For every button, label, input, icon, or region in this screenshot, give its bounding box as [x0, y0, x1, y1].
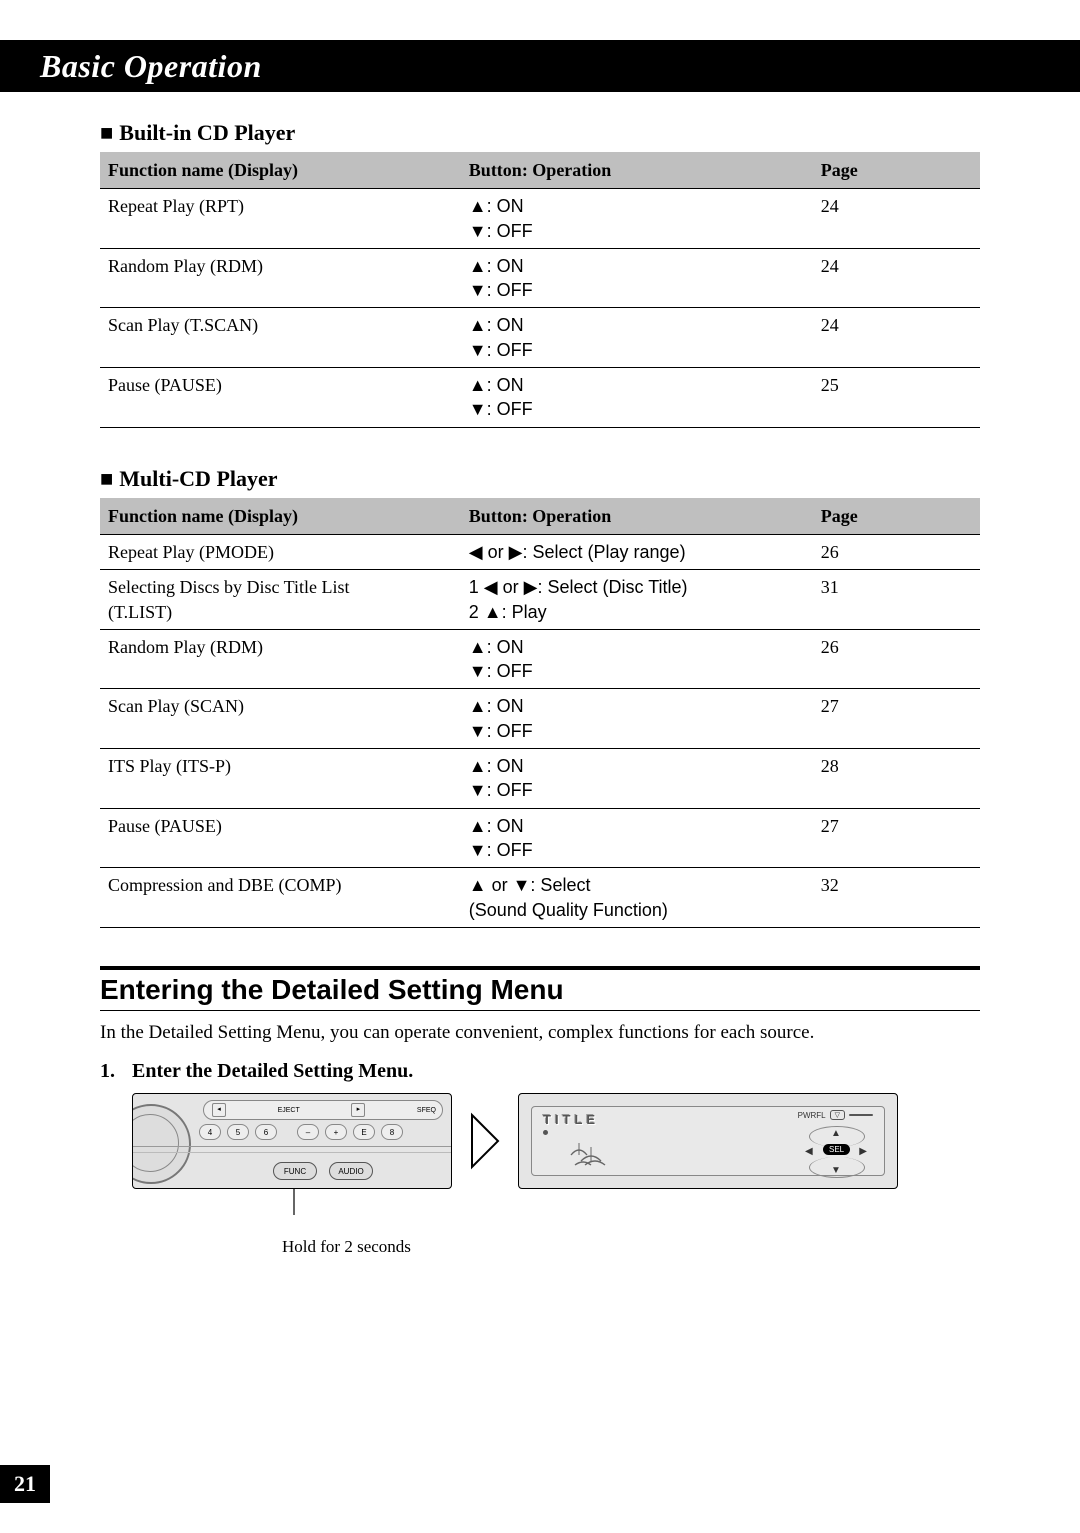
square-bullet-icon: ■: [100, 120, 113, 146]
table-header-row: Function name (Display) Button: Operatio…: [100, 498, 980, 535]
preset-button: E: [353, 1124, 375, 1140]
step-number: 1.: [100, 1060, 132, 1083]
table-row: ITS Play (ITS-P) ▲: ON▼: OFF 28: [100, 749, 980, 809]
power-label-area: PWRFL ▽: [798, 1110, 873, 1120]
builtin-heading: ■Built-in CD Player: [100, 120, 980, 146]
eject-label: EJECT: [278, 1107, 300, 1114]
col-page: Page: [813, 152, 980, 189]
nav-right-icon: ▶: [859, 1146, 867, 1157]
table-row: Selecting Discs by Disc Title List(T.LIS…: [100, 570, 980, 630]
table-header-row: Function name (Display) Button: Operatio…: [100, 152, 980, 189]
divider-line: [133, 1146, 451, 1147]
sel-button-label: SEL: [823, 1144, 850, 1155]
audio-button: AUDIO: [329, 1162, 373, 1180]
table-row: Random Play (RDM) ▲: ON▼: OFF 24: [100, 248, 980, 308]
chapter-title-bar: Basic Operation: [0, 40, 1080, 92]
nav-left-icon: ◀: [805, 1146, 813, 1157]
table-row: Repeat Play (RPT) ▲: ON▼: OFF 24: [100, 189, 980, 249]
top-button-strip: ◂ EJECT ▸ SFEQ: [203, 1100, 443, 1120]
lower-button-row: FUNC AUDIO: [273, 1162, 373, 1180]
nav-up-icon: ▲: [831, 1128, 841, 1139]
control-panel-illustration: ◂ EJECT ▸ SFEQ 4 5 6 – + E 8: [132, 1093, 452, 1189]
divider-line: [133, 1152, 451, 1153]
display-title-text: TITLE: [543, 1112, 599, 1127]
table-row: Scan Play (T.SCAN) ▲: ON▼: OFF 24: [100, 308, 980, 368]
illustration-caption: Hold for 2 seconds: [282, 1237, 980, 1257]
preset-button: –: [297, 1124, 319, 1140]
chapter-title: Basic Operation: [40, 48, 262, 85]
table-row: Pause (PAUSE) ▲: ON▼: OFF 25: [100, 368, 980, 428]
level-indicator-icon: ▽: [830, 1110, 845, 1120]
illustration-row: ◂ EJECT ▸ SFEQ 4 5 6 – + E 8: [132, 1093, 980, 1189]
col-operation: Button: Operation: [461, 498, 813, 535]
pwrfl-label: PWRFL: [798, 1111, 826, 1120]
col-function: Function name (Display): [100, 152, 461, 189]
preset-button-row: 4 5 6 – + E 8: [199, 1124, 443, 1140]
section-body: In the Detailed Setting Menu, you can op…: [100, 1019, 980, 1047]
sfeq-label: SFEQ: [417, 1107, 436, 1114]
table-row: Scan Play (SCAN) ▲: ON▼: OFF 27: [100, 689, 980, 749]
nav-down-icon: ▼: [831, 1165, 841, 1176]
col-page: Page: [813, 498, 980, 535]
preset-button: 6: [255, 1124, 277, 1140]
preset-button: 5: [227, 1124, 249, 1140]
manual-page: Basic Operation ■Built-in CD Player Func…: [0, 0, 1080, 1533]
preset-button: +: [325, 1124, 347, 1140]
nav-left-icon: ◂: [212, 1103, 226, 1117]
nav-pad: ▲ ▼ ◀ ▶ SEL: [801, 1128, 871, 1176]
equalizer-icon: [569, 1137, 629, 1172]
callout-line-icon: [132, 1189, 532, 1229]
builtin-cd-table: Function name (Display) Button: Operatio…: [100, 152, 980, 428]
preset-button: 8: [381, 1124, 403, 1140]
page-number-tab: 21: [0, 1465, 50, 1503]
arrow-right-icon: [470, 1111, 500, 1171]
func-button: FUNC: [273, 1162, 317, 1180]
display-panel-illustration: TITLE PWRFL ▽ ▲ ▼: [518, 1093, 898, 1189]
square-bullet-icon: ■: [100, 466, 113, 492]
section-heading: Entering the Detailed Setting Menu: [100, 966, 980, 1011]
page-content: ■Built-in CD Player Function name (Displ…: [60, 120, 1020, 1257]
table-row: Pause (PAUSE) ▲: ON▼: OFF 27: [100, 808, 980, 868]
table-row: Compression and DBE (COMP) ▲ or ▼: Selec…: [100, 868, 980, 928]
nav-right-icon: ▸: [351, 1103, 365, 1117]
col-function: Function name (Display): [100, 498, 461, 535]
col-operation: Button: Operation: [461, 152, 813, 189]
multicd-heading: ■Multi-CD Player: [100, 466, 980, 492]
table-row: Random Play (RDM) ▲: ON▼: OFF 26: [100, 629, 980, 689]
table-row: Repeat Play (PMODE) ◀ or ▶: Select (Play…: [100, 534, 980, 569]
multicd-table: Function name (Display) Button: Operatio…: [100, 498, 980, 928]
blank-pill-icon: [849, 1114, 873, 1116]
step-heading: 1.Enter the Detailed Setting Menu.: [100, 1060, 980, 1083]
preset-button: 4: [199, 1124, 221, 1140]
